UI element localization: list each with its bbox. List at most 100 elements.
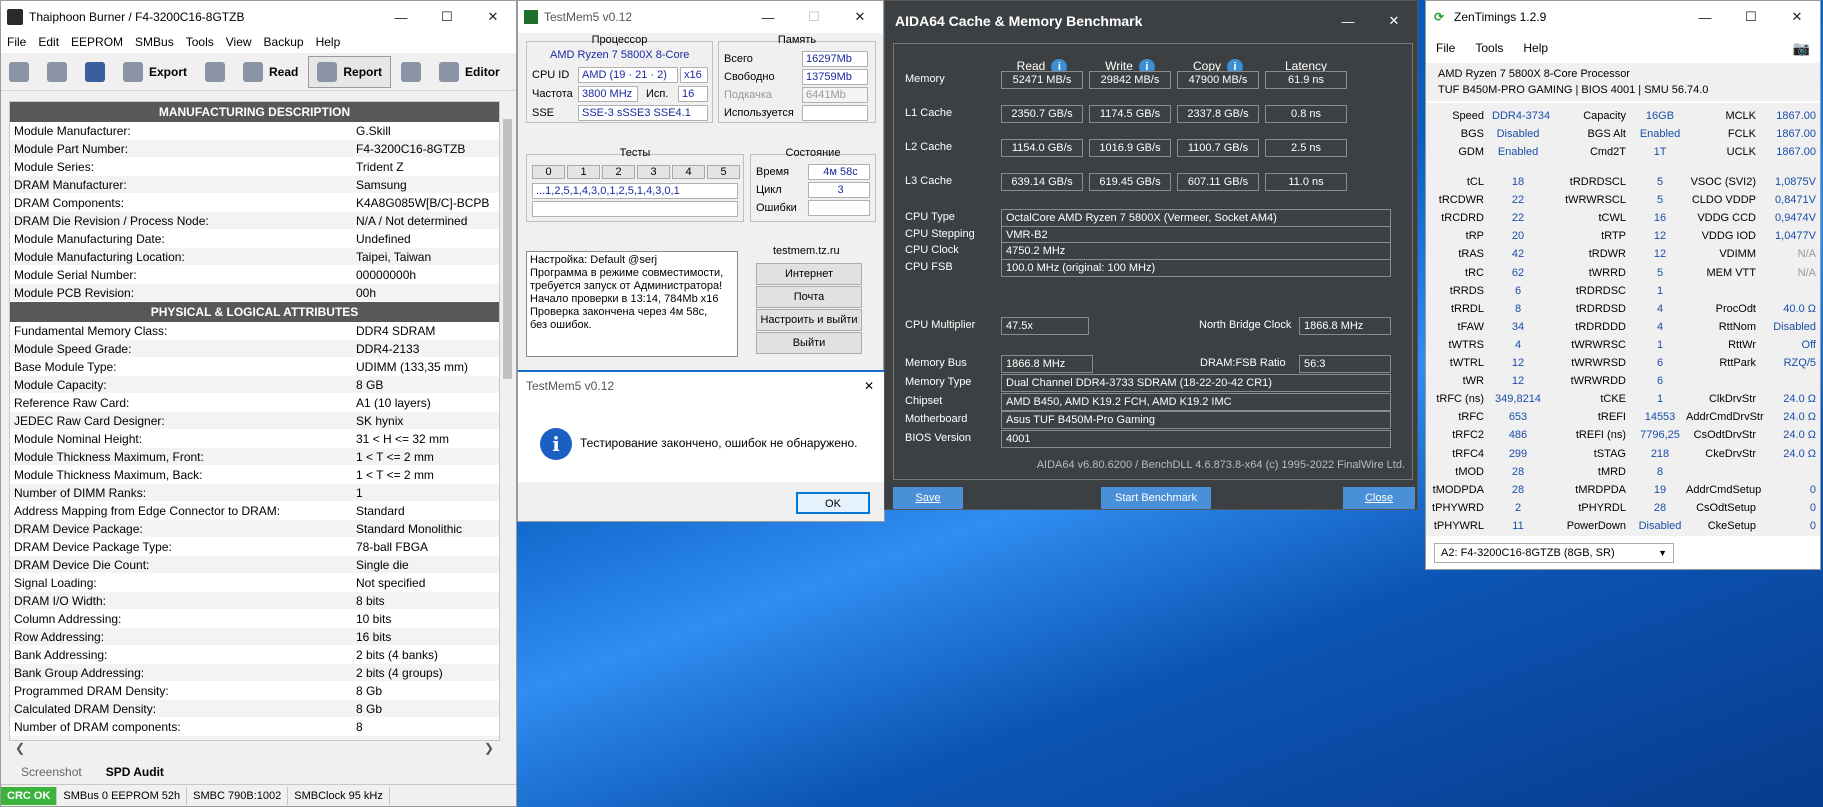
menu-view[interactable]: View <box>220 33 258 53</box>
internet-button[interactable]: Интернет <box>756 263 862 285</box>
timing-value: 1867.00 <box>1776 128 1816 140</box>
spd-vertical-scrollbar[interactable] <box>500 101 515 741</box>
maximize-button[interactable]: ☐ <box>424 1 470 33</box>
aida-minimize-button[interactable]: — <box>1325 5 1371 37</box>
testmem-close-button[interactable]: ✕ <box>837 1 883 33</box>
timing-label: CLDO VDDP <box>1691 194 1756 207</box>
table-row[interactable]: Module Manufacturing Date: Undefined <box>10 230 499 248</box>
table-row[interactable]: JEDEC Raw Card Designer: SK hynix <box>10 412 499 430</box>
configure-exit-button[interactable]: Настроить и выйти <box>756 309 862 331</box>
table-row[interactable]: Reference Raw Card: A1 (10 layers) <box>10 394 499 412</box>
tab-screenshot[interactable]: Screenshot <box>9 763 94 783</box>
table-row[interactable]: Programmed DRAM Density: 8 Gb <box>10 682 499 700</box>
timing-label: CsOdtSetup <box>1696 501 1756 514</box>
table-row[interactable]: Column Addressing: 10 bits <box>10 610 499 628</box>
minimize-button[interactable]: — <box>378 1 424 33</box>
table-row[interactable]: Number of DIMM Ranks: 1 <box>10 484 499 502</box>
scrollbar-thumb[interactable] <box>503 119 512 379</box>
zen-menu-help[interactable]: Help <box>1513 41 1558 55</box>
table-row[interactable]: Bank Group Addressing: 2 bits (4 groups) <box>10 664 499 682</box>
aida-titlebar[interactable]: AIDA64 Cache & Memory Benchmark — ✕ <box>885 1 1417 41</box>
table-row[interactable]: Number of DRAM components: 8 <box>10 718 499 736</box>
table-row[interactable]: Base Module Type: UDIMM (133,35 mm) <box>10 358 499 376</box>
menu-help[interactable]: Help <box>310 33 347 53</box>
table-row[interactable]: Module Series: Trident Z <box>10 158 499 176</box>
tools-button[interactable] <box>393 56 429 88</box>
table-row[interactable]: DRAM I/O Width: 8 bits <box>10 592 499 610</box>
aida-save-button[interactable]: Save <box>893 487 963 509</box>
scroll-right-icon[interactable]: ❯ <box>484 741 494 755</box>
table-row[interactable]: DRAM Manufacturer: Samsung <box>10 176 499 194</box>
settings-tool-button[interactable] <box>1 56 37 88</box>
tab-spd-audit[interactable]: SPD Audit <box>94 763 176 783</box>
dialog-titlebar[interactable]: TestMem5 v0.12 ✕ <box>518 372 884 400</box>
camera-icon[interactable]: 📷 <box>1793 40 1810 57</box>
table-row[interactable]: Module Serial Number: 00000000h <box>10 266 499 284</box>
mail-button[interactable]: Почта <box>756 286 862 308</box>
menu-backup[interactable]: Backup <box>258 33 310 53</box>
testmem-titlebar[interactable]: TestMem5 v0.12 — ☐ ✕ <box>518 1 883 33</box>
table-row[interactable]: Row Addressing: 16 bits <box>10 628 499 646</box>
menu-tools[interactable]: Tools <box>180 33 220 53</box>
table-row[interactable]: DRAM Die Revision / Process Node: N/A / N… <box>10 212 499 230</box>
table-row[interactable]: Module Thickness Maximum, Front: 1 < T <=… <box>10 448 499 466</box>
table-row[interactable]: Module Part Number: F4-3200C16-8GTZB <box>10 140 499 158</box>
timing-label: tFAW <box>1457 320 1484 333</box>
dram-ratio-label: DRAM:FSB Ratio <box>1200 357 1286 369</box>
table-row[interactable]: Module Thickness Maximum, Back: 1 < T <= … <box>10 466 499 484</box>
table-row[interactable]: Calculated DRAM Density: 8 Gb <box>10 700 499 718</box>
row-value: 10 bits <box>356 612 392 626</box>
read-button[interactable]: Read <box>235 56 306 88</box>
zen-close-button[interactable]: ✕ <box>1774 1 1820 33</box>
tests-group-title: Тесты <box>619 147 651 159</box>
table-row[interactable]: Bank Addressing: 2 bits (4 banks) <box>10 646 499 664</box>
table-row[interactable]: DRAM Device Die Count: Single die <box>10 556 499 574</box>
aida-close-button[interactable]: ✕ <box>1371 5 1417 37</box>
dialog-ok-button[interactable]: OK <box>796 492 870 514</box>
menu-eeprom[interactable]: EEPROM <box>65 33 129 53</box>
report-button[interactable]: Report <box>308 55 392 88</box>
gears-icon <box>9 61 29 82</box>
testmem-maximize-button[interactable]: ☐ <box>791 1 837 33</box>
zen-menu-file[interactable]: File <box>1426 41 1465 55</box>
zen-titlebar[interactable]: ⟳ ZenTimings 1.2.9 — ☐ ✕ <box>1426 1 1820 33</box>
table-row[interactable]: Address Mapping from Edge Connector to D… <box>10 502 499 520</box>
save-button[interactable] <box>77 56 113 88</box>
lock-button[interactable] <box>197 56 233 88</box>
timing-label: UCLK <box>1726 146 1756 158</box>
open-button[interactable] <box>39 56 75 88</box>
table-row[interactable]: DRAM Device Package: Standard Monolithic <box>10 520 499 538</box>
start-benchmark-button[interactable]: Start Benchmark <box>1101 487 1211 509</box>
bench-value: 47900 MB/s <box>1177 71 1259 89</box>
zen-minimize-button[interactable]: — <box>1682 1 1728 33</box>
dialog-close-button[interactable]: ✕ <box>854 379 884 393</box>
close-button[interactable]: ✕ <box>470 1 516 33</box>
menu-edit[interactable]: Edit <box>32 33 65 53</box>
aida-close-dialog-button[interactable]: Close <box>1343 487 1415 509</box>
menu-smbus[interactable]: SMBus <box>129 33 180 53</box>
exit-button[interactable]: Выйти <box>756 332 862 354</box>
table-row[interactable]: Module Nominal Height: 31 < H <= 32 mm <box>10 430 499 448</box>
table-row[interactable]: DRAM Components: K4A8G085W[B/C]-BCPB <box>10 194 499 212</box>
table-row[interactable]: Module Manufacturing Location: Taipei, Ta… <box>10 248 499 266</box>
thaiphoon-titlebar[interactable]: Thaiphoon Burner / F4-3200C16-8GTZB — ☐ … <box>1 1 516 33</box>
zen-menu-tools[interactable]: Tools <box>1465 41 1513 55</box>
module-select[interactable]: A2: F4-3200C16-8GTZB (8GB, SR) ▼ <box>1434 543 1674 563</box>
zen-maximize-button[interactable]: ☐ <box>1728 1 1774 33</box>
table-row[interactable]: Module Speed Grade: DDR4-2133 <box>10 340 499 358</box>
timing-label: tRFC2 <box>1452 429 1484 442</box>
cpu-multiplier-label: CPU Multiplier <box>905 319 976 331</box>
testmem-minimize-button[interactable]: — <box>745 1 791 33</box>
table-row[interactable]: Module Capacity: 8 GB <box>10 376 499 394</box>
editor-button[interactable]: Editor <box>431 56 508 88</box>
table-row[interactable]: Fundamental Memory Class: DDR4 SDRAM <box>10 322 499 340</box>
table-row[interactable]: DRAM Device Package Type: 78-ball FBGA <box>10 538 499 556</box>
table-row[interactable]: Module Manufacturer: G.Skill <box>10 122 499 140</box>
export-button[interactable]: Export <box>115 56 195 88</box>
spd-horizontal-scrollbar[interactable]: ❮ ❯ <box>9 741 500 757</box>
timing-value: 6 <box>1656 357 1664 369</box>
scroll-left-icon[interactable]: ❮ <box>15 741 25 755</box>
menu-file[interactable]: File <box>1 33 32 53</box>
table-row[interactable]: Signal Loading: Not specified <box>10 574 499 592</box>
table-row[interactable]: Module PCB Revision: 00h <box>10 284 499 302</box>
